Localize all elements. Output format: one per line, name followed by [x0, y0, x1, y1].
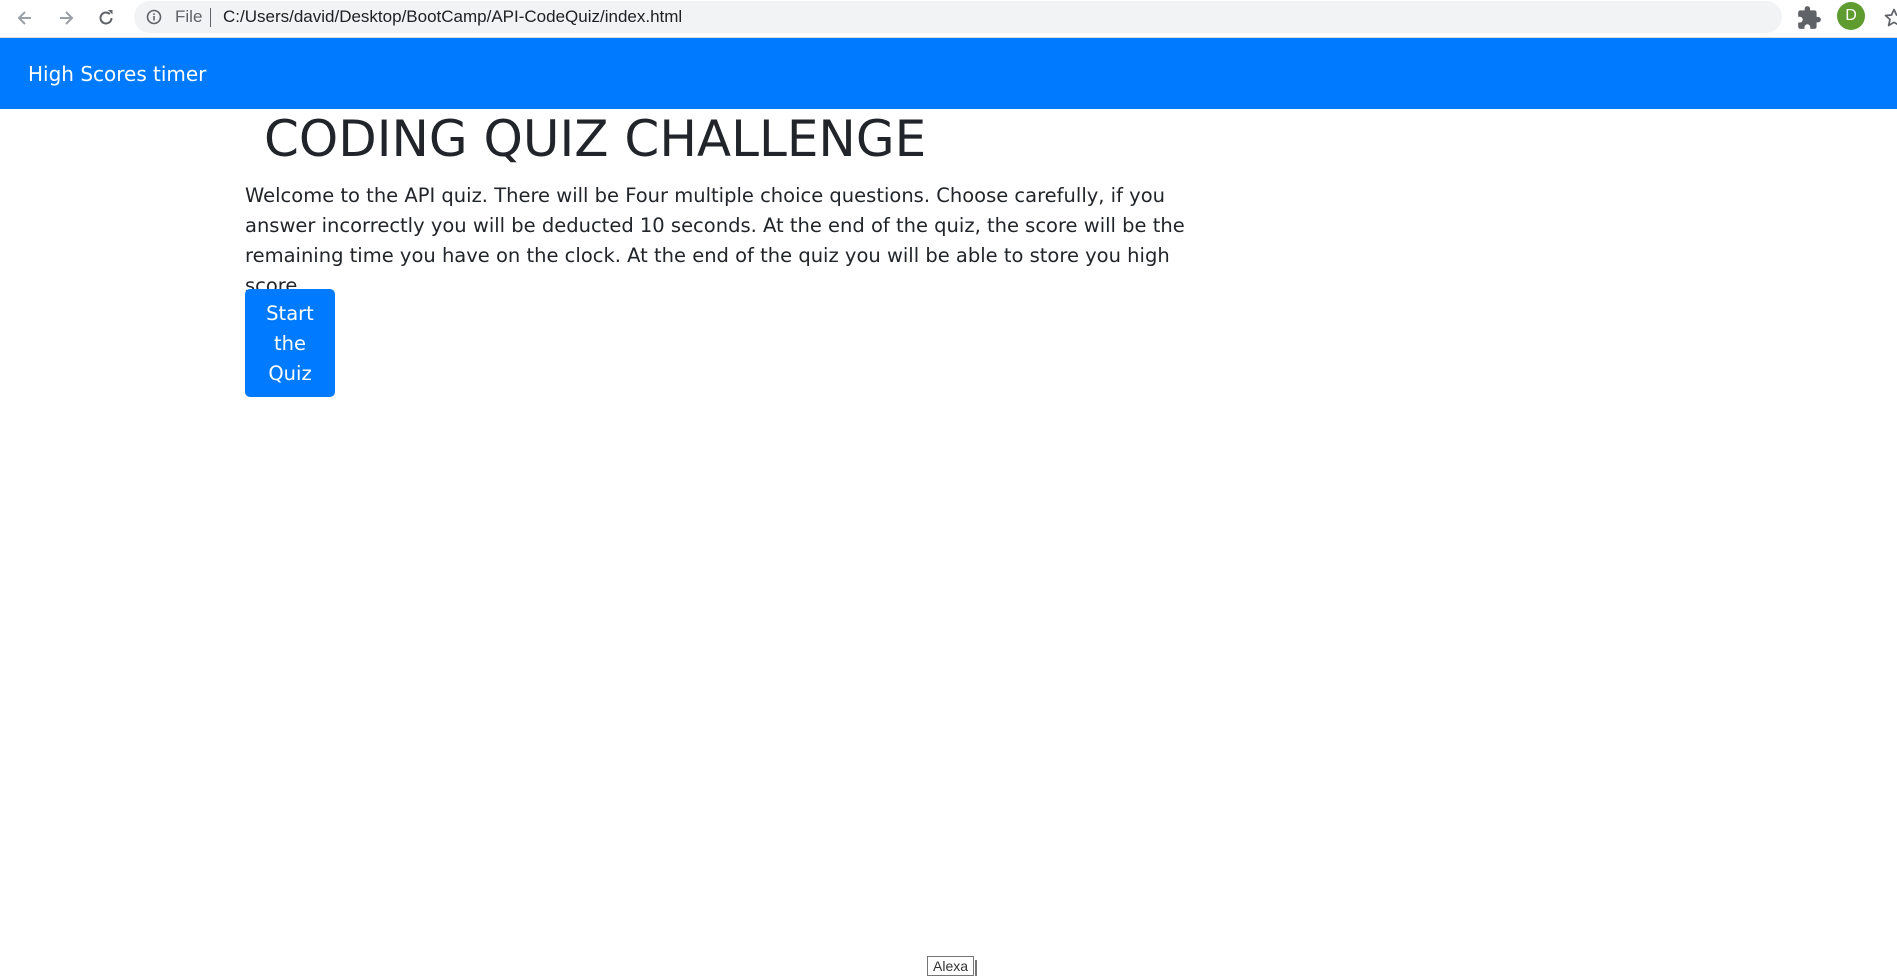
intro-text: Welcome to the API quiz. There will be F…	[245, 184, 1185, 297]
info-icon[interactable]	[146, 9, 162, 25]
start-quiz-button[interactable]: Start the Quiz	[245, 289, 335, 397]
forward-icon[interactable]	[51, 3, 81, 33]
scheme-label: File	[175, 7, 203, 26]
address-bar[interactable]: File C:/Users/david/Desktop/BootCamp/API…	[134, 1, 1897, 33]
reload-icon[interactable]	[91, 3, 121, 33]
back-icon[interactable]	[10, 3, 40, 33]
high-scores-link[interactable]: High Scores	[28, 62, 147, 86]
alexa-tag-edge	[975, 960, 977, 976]
alexa-tag[interactable]: Alexa	[927, 956, 975, 976]
profile-avatar[interactable]: D	[1837, 2, 1865, 30]
site-navbar: High Scores timer	[0, 38, 1897, 109]
scheme-divider	[210, 8, 211, 27]
avatar-letter: D	[1845, 7, 1857, 24]
browser-toolbar: File C:/Users/david/Desktop/BootCamp/API…	[0, 0, 1897, 38]
page-title: CODING QUIZ CHALLENGE	[264, 110, 927, 168]
timer-link[interactable]: timer	[153, 62, 206, 86]
url-text[interactable]: C:/Users/david/Desktop/BootCamp/API-Code…	[223, 7, 682, 27]
star-icon[interactable]	[1882, 6, 1897, 30]
extensions-icon[interactable]	[1796, 5, 1822, 31]
